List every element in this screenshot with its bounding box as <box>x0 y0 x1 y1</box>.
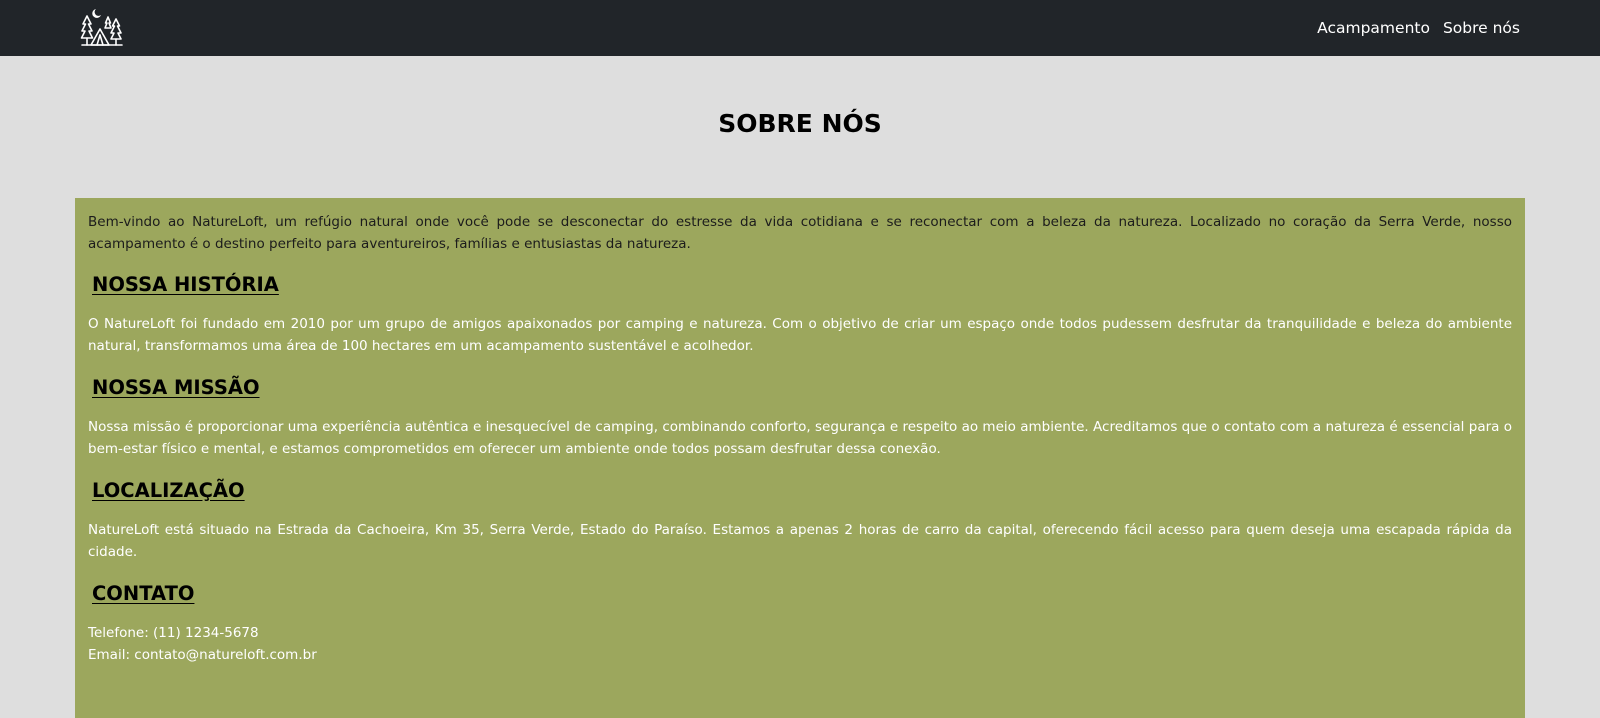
about-content-box: Bem-vindo ao NatureLoft, um refúgio natu… <box>75 198 1525 718</box>
heading-localizacao: LOCALIZAÇÃO <box>92 479 245 502</box>
page-title: SOBRE NÓS <box>718 109 882 138</box>
intro-paragraph: Bem-vindo ao NatureLoft, um refúgio natu… <box>88 214 1512 252</box>
nav-link-sobre-nos[interactable]: Sobre nós <box>1443 19 1520 37</box>
contact-email[interactable]: Email: contato@natureloft.com.br <box>88 645 1512 667</box>
contact-phone: Telefone: (11) 1234-5678 <box>88 625 259 641</box>
nav-link-acampamento[interactable]: Acampamento <box>1317 19 1430 37</box>
top-navbar: Acampamento Sobre nós <box>0 0 1600 56</box>
heading-nossa-historia: NOSSA HISTÓRIA <box>92 273 279 296</box>
paragraph-nossa-missao: Nossa missão é proporcionar uma experiên… <box>88 419 1512 457</box>
nav-links: Acampamento Sobre nós <box>1317 0 1520 56</box>
paragraph-nossa-historia: O NatureLoft foi fundado em 2010 por um … <box>88 316 1512 354</box>
camping-logo-icon[interactable] <box>80 5 124 47</box>
heading-contato: CONTATO <box>92 582 195 605</box>
paragraph-localizacao: NatureLoft está situado na Estrada da Ca… <box>88 522 1512 560</box>
heading-nossa-missao: NOSSA MISSÃO <box>92 376 260 399</box>
